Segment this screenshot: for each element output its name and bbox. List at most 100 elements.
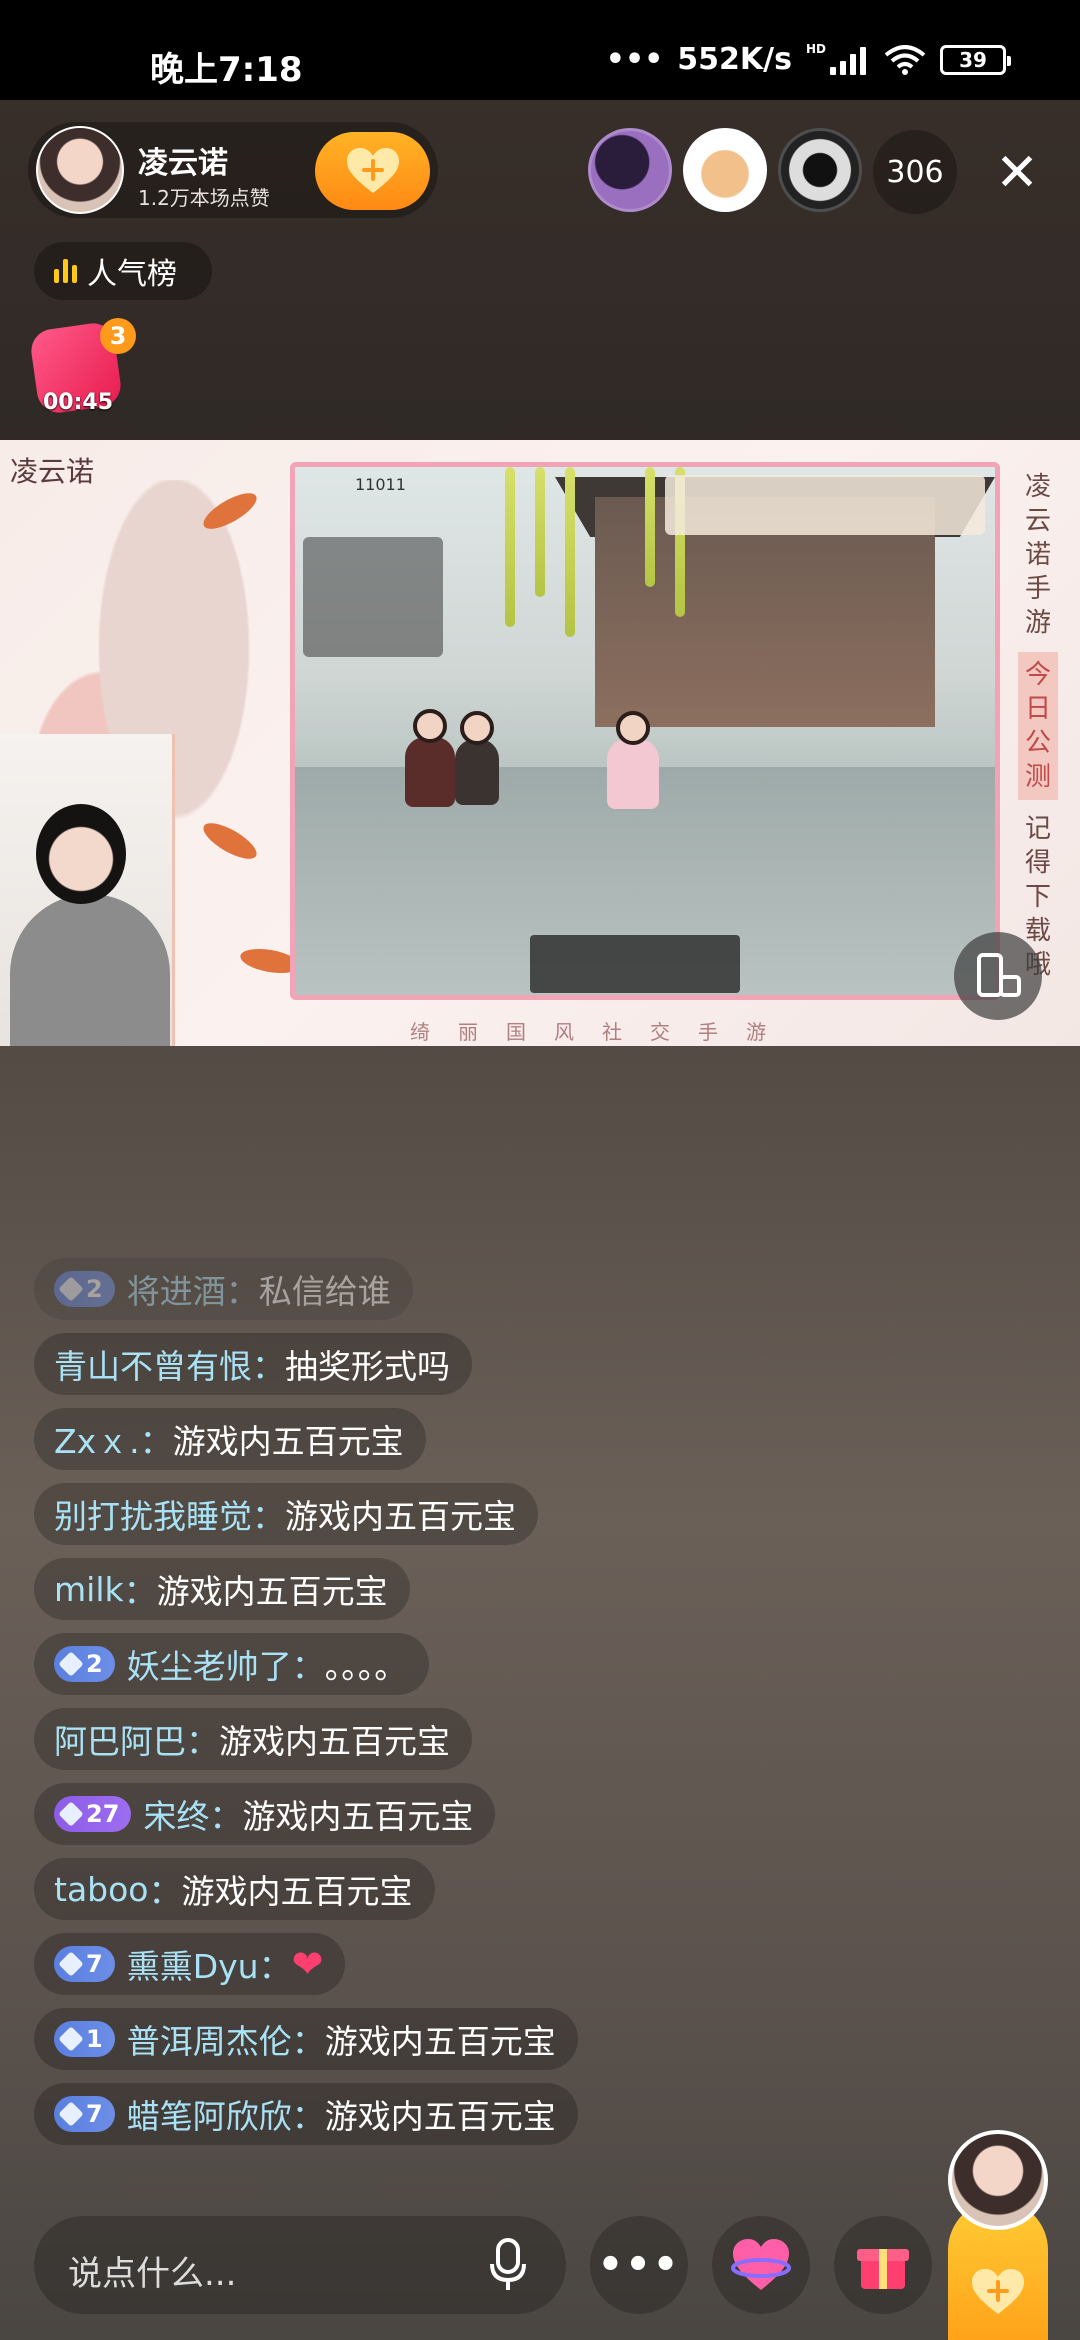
comment-separator: ：	[225, 1272, 259, 1311]
game-character	[405, 709, 455, 807]
network-dots: •••	[605, 42, 664, 77]
comment-bubble[interactable]: 1 普洱周杰伦：游戏内五百元宝	[34, 2008, 578, 2070]
diamond-icon	[58, 1651, 84, 1677]
comment-text: 游戏内五百元宝	[285, 1497, 516, 1536]
game-character	[607, 711, 659, 809]
comment-item[interactable]: 1 普洱周杰伦：游戏内五百元宝	[34, 2008, 794, 2070]
comment-separator: ：	[209, 1797, 243, 1836]
viewer-avatar-1[interactable]	[588, 128, 672, 212]
comment-bubble[interactable]: 青山不曾有恨：抽奖形式吗	[34, 1333, 472, 1395]
badge-level: 7	[86, 2100, 103, 2128]
screen-rotate-button[interactable]	[954, 932, 1042, 1020]
comment-item[interactable]: 27 宋终：游戏内五百元宝	[34, 1783, 794, 1845]
comment-bubble[interactable]: 7 蜡笔阿欣欣：游戏内五百元宝	[34, 2083, 578, 2145]
comment-username[interactable]: 将进酒	[127, 1265, 226, 1313]
comment-bubble[interactable]: 7 熏熏Dyu： ❤	[34, 1933, 346, 1995]
follow-button[interactable]	[315, 132, 430, 210]
viewer-count[interactable]: 306	[873, 130, 957, 214]
comment-list[interactable]: 2 将进酒：私信给谁 青山不曾有恨：抽奖形式吗 Zxｘ.：游戏内五百元宝 别打扰我睡觉：…	[34, 1258, 794, 2158]
comment-separator: ：	[258, 1947, 292, 1986]
comment-item[interactable]: 7 熏熏Dyu： ❤	[34, 1933, 794, 1995]
stream-video[interactable]: 凌云诺 11011 凌云诺手游 今日公测 记得下载哦 绮丽国风社交手游	[0, 440, 1080, 1046]
signal-icon	[830, 45, 870, 75]
comment-separator: ：	[186, 1722, 219, 1761]
badge-level: 2	[86, 1275, 103, 1303]
game-logo: 凌云诺	[10, 455, 95, 488]
battery-level: 39	[959, 47, 987, 72]
comment-item[interactable]: taboo：游戏内五百元宝	[34, 1858, 794, 1920]
heart-icon	[731, 2239, 791, 2290]
comment-bubble[interactable]: Zxｘ.：游戏内五百元宝	[34, 1408, 426, 1470]
comment-item[interactable]: milk：游戏内五百元宝	[34, 1558, 794, 1620]
red-packet-badge: 3	[100, 318, 136, 354]
comment-bubble[interactable]: 阿巴阿巴：游戏内五百元宝	[34, 1708, 472, 1770]
promo-slogan: 绮丽国风社交手游	[410, 1020, 794, 1044]
comment-username[interactable]: milk	[54, 1570, 124, 1609]
comment-input[interactable]: 说点什么...	[34, 2216, 566, 2314]
wifi-icon	[884, 44, 926, 75]
game-chat-log	[530, 935, 740, 993]
host-likes: 1.2万本场点赞	[138, 186, 270, 210]
comment-item[interactable]: 2 将进酒：私信给谁	[34, 1258, 794, 1320]
viewer-avatar-2[interactable]	[683, 128, 767, 212]
badge-level: 2	[86, 1650, 103, 1678]
like-button[interactable]	[712, 2216, 810, 2314]
diamond-icon	[58, 1801, 84, 1827]
comment-bubble[interactable]: taboo：游戏内五百元宝	[34, 1858, 435, 1920]
game-menu-bar	[665, 475, 985, 535]
host-name: 凌云诺	[138, 146, 228, 181]
status-indicators: ••• 552K/s HD 39	[605, 42, 1011, 77]
comment-bubble[interactable]: 2 妖尘老帅了：。。。。	[34, 1633, 430, 1695]
side-text-top: 凌云诺手游	[1024, 472, 1051, 638]
comment-username[interactable]: 妖尘老帅了	[127, 1640, 292, 1688]
comment-username[interactable]: 青山不曾有恨	[54, 1340, 252, 1388]
comment-item[interactable]: 别打扰我睡觉：游戏内五百元宝	[34, 1483, 794, 1545]
comment-item[interactable]: 2 妖尘老帅了：。。。。	[34, 1633, 794, 1695]
comment-separator: ：	[252, 1347, 285, 1386]
comment-username[interactable]: 普洱周杰伦	[127, 2015, 292, 2063]
comment-username[interactable]: 别打扰我睡觉	[54, 1490, 252, 1538]
comment-bubble[interactable]: 27 宋终：游戏内五百元宝	[34, 1783, 496, 1845]
comment-text: 游戏内五百元宝	[156, 1572, 388, 1611]
comment-text: 游戏内五百元宝	[181, 1872, 413, 1911]
comment-separator: ：	[291, 2022, 325, 2061]
comment-text: 游戏内五百元宝	[172, 1422, 404, 1461]
side-text-highlight: 今日公测	[1018, 652, 1058, 800]
comment-input-placeholder: 说点什么...	[68, 2254, 237, 2294]
badge-level: 27	[86, 1800, 120, 1828]
comment-text: 抽奖形式吗	[285, 1347, 450, 1386]
diamond-icon	[58, 1276, 84, 1302]
floating-host-avatar[interactable]	[948, 2130, 1048, 2230]
comment-item[interactable]: Zxｘ.：游戏内五百元宝	[34, 1408, 794, 1470]
comment-username[interactable]: 蜡笔阿欣欣	[127, 2090, 292, 2138]
red-packet[interactable]: 3 00:45	[28, 318, 136, 418]
rank-label: 人气榜	[87, 257, 177, 292]
comment-text: 私信给谁	[258, 1272, 391, 1311]
comment-bubble[interactable]: 2 将进酒：私信给谁	[34, 1258, 413, 1320]
fan-level-badge: 7	[54, 2096, 115, 2132]
popularity-rank-button[interactable]: 人气榜	[34, 242, 212, 300]
network-speed: 552K/s	[677, 42, 792, 77]
comment-item[interactable]: 7 蜡笔阿欣欣：游戏内五百元宝	[34, 2083, 794, 2145]
comment-username[interactable]: 熏熏Dyu	[127, 1940, 259, 1988]
game-level: 11011	[355, 475, 406, 494]
comment-text: 游戏内五百元宝	[324, 2097, 556, 2136]
microphone-icon[interactable]	[488, 2238, 528, 2292]
comment-username[interactable]: 阿巴阿巴	[54, 1715, 186, 1763]
close-button[interactable]: ✕	[982, 138, 1052, 208]
more-button[interactable]: •••	[590, 2216, 688, 2314]
viewer-avatar-3[interactable]	[778, 128, 862, 212]
badge-level: 1	[86, 2025, 103, 2053]
gift-icon	[857, 2249, 909, 2289]
comment-username[interactable]: taboo	[54, 1870, 149, 1909]
streamer-camera	[0, 734, 175, 1046]
comment-username[interactable]: Zxｘ.	[54, 1415, 140, 1463]
comment-bubble[interactable]: 别打扰我睡觉：游戏内五百元宝	[34, 1483, 538, 1545]
gift-button[interactable]	[834, 2216, 932, 2314]
comment-username[interactable]: 宋终	[143, 1790, 209, 1838]
host-avatar[interactable]	[36, 126, 124, 214]
comment-bubble[interactable]: milk：游戏内五百元宝	[34, 1558, 410, 1620]
comment-text: 游戏内五百元宝	[219, 1722, 450, 1761]
comment-item[interactable]: 青山不曾有恨：抽奖形式吗	[34, 1333, 794, 1395]
comment-item[interactable]: 阿巴阿巴：游戏内五百元宝	[34, 1708, 794, 1770]
